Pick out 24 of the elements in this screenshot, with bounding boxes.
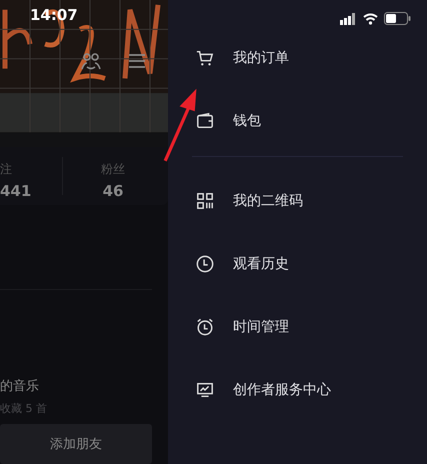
- menu-item[interactable]: 我的二维码: [233, 192, 303, 210]
- monitor-chart-icon: [196, 380, 214, 398]
- battery-icon: [384, 12, 411, 25]
- menu-item[interactable]: 创作者服务中心: [233, 380, 331, 398]
- stat-label: 粉丝: [101, 160, 125, 178]
- menu-item[interactable]: 时间管理: [233, 318, 289, 336]
- alarm-clock-icon: [196, 318, 214, 336]
- qr-code-icon: [196, 192, 214, 210]
- wifi-icon: [363, 12, 378, 24]
- music-subtitle: 收藏 5 首: [0, 401, 48, 416]
- stat-label: 注: [0, 160, 12, 178]
- menu-item[interactable]: 钱包: [233, 112, 261, 130]
- menu-item[interactable]: 观看历史: [233, 254, 289, 272]
- stat-value: 46: [102, 182, 124, 200]
- cart-icon: [196, 48, 214, 66]
- menu-item[interactable]: 我的订单: [233, 48, 289, 66]
- signal-icon: [340, 12, 357, 24]
- add-friends-button[interactable]: 添加朋友: [0, 424, 152, 464]
- wallet-icon: [196, 112, 214, 130]
- clock-icon: [196, 254, 214, 272]
- friends-icon[interactable]: [80, 51, 102, 71]
- stat-value: 441: [0, 182, 32, 200]
- menu-icon[interactable]: [128, 54, 146, 68]
- music-title[interactable]: 的音乐: [0, 377, 168, 396]
